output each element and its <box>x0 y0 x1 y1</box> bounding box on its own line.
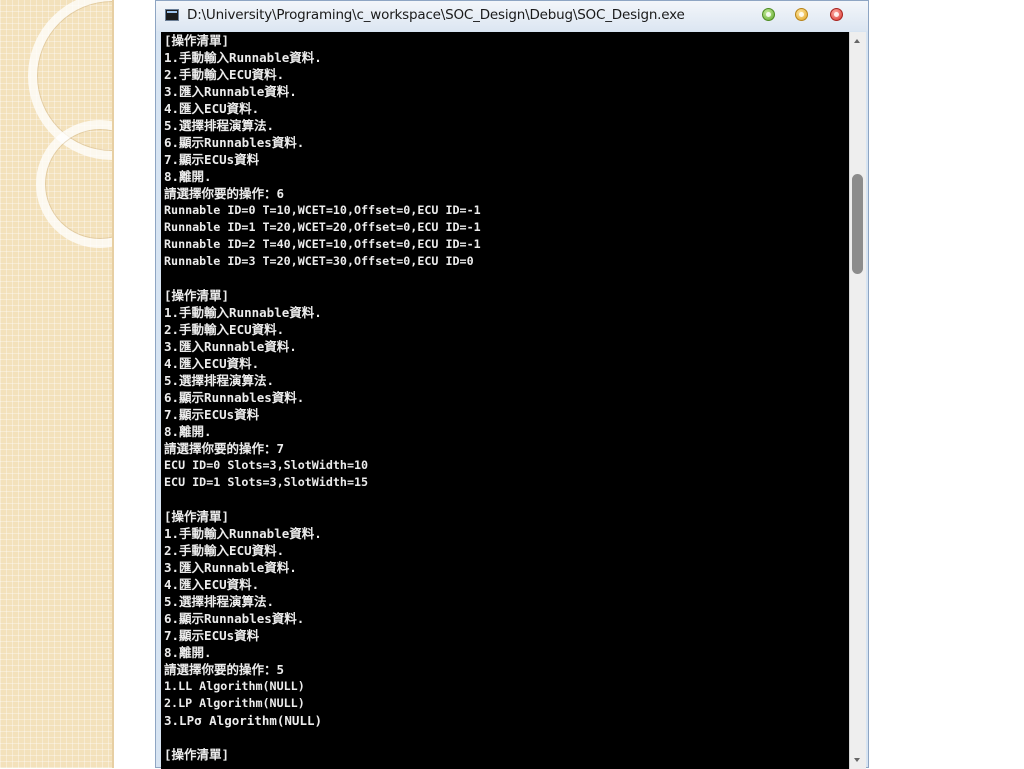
console-line: 8.離開. <box>164 645 212 660</box>
console-line: 2.手動輸入ECU資料. <box>164 543 285 558</box>
console-line: 5.選擇排程演算法. <box>164 373 275 388</box>
console-line: 2.手動輸入ECU資料. <box>164 67 285 82</box>
console-output[interactable]: [操作清單] 1.手動輸入Runnable資料. 2.手動輸入ECU資料. 3.匯入R… <box>161 32 849 769</box>
scroll-up-icon[interactable] <box>854 39 860 43</box>
console-line: [操作清單] <box>164 509 230 524</box>
console-line: 4.匯入ECU資料. <box>164 577 260 592</box>
console-line: Runnable ID=2 T=40,WCET=10,Offset=0,ECU … <box>164 237 481 251</box>
console-line: 8.離開. <box>164 424 212 439</box>
console-line: 6.顯示Runnables資料. <box>164 611 305 626</box>
console-line: 3.匯入Runnable資料. <box>164 339 297 354</box>
console-line: ECU ID=0 Slots=3,SlotWidth=10 <box>164 458 369 472</box>
scroll-down-icon[interactable] <box>854 758 860 762</box>
window-title: D:\University\Programing\c_workspace\SOC… <box>187 7 685 23</box>
console-line: 1.手動輸入Runnable資料. <box>164 526 322 541</box>
console-line: 請選擇你要的操作：5 <box>164 662 285 677</box>
minimize-icon[interactable] <box>762 8 775 21</box>
console-line: 3.LPσ Algorithm(NULL) <box>164 713 323 728</box>
console-line: 3.匯入Runnable資料. <box>164 84 297 99</box>
title-bar[interactable]: D:\University\Programing\c_workspace\SOC… <box>156 1 868 31</box>
console-app-icon[interactable] <box>165 9 179 21</box>
slide-background-strip <box>0 0 113 768</box>
console-line: 1.手動輸入Runnable資料. <box>164 50 322 65</box>
console-lines: [操作清單] 1.手動輸入Runnable資料. 2.手動輸入ECU資料. 3.匯入R… <box>164 32 481 763</box>
console-line: 5.選擇排程演算法. <box>164 118 275 133</box>
console-line: Runnable ID=3 T=20,WCET=30,Offset=0,ECU … <box>164 254 474 268</box>
console-line: 請選擇你要的操作：7 <box>164 441 285 456</box>
console-line: Runnable ID=0 T=10,WCET=10,Offset=0,ECU … <box>164 203 481 217</box>
console-line: 6.顯示Runnables資料. <box>164 390 305 405</box>
scroll-thumb[interactable] <box>852 174 863 274</box>
console-line: 5.選擇排程演算法. <box>164 594 275 609</box>
slide-divider <box>112 0 114 768</box>
console-line: 4.匯入ECU資料. <box>164 101 260 116</box>
console-line: 3.匯入Runnable資料. <box>164 560 297 575</box>
maximize-icon[interactable] <box>795 8 808 21</box>
close-icon[interactable] <box>830 8 843 21</box>
console-line: 請選擇你要的操作：6 <box>164 186 285 201</box>
console-line: [操作清單] <box>164 288 230 303</box>
console-line: 2.LP Algorithm(NULL) <box>164 696 305 710</box>
console-line: [操作清單] <box>164 747 230 762</box>
console-line: 1.手動輸入Runnable資料. <box>164 305 322 320</box>
console-line: 8.離開. <box>164 169 212 184</box>
console-line: Runnable ID=1 T=20,WCET=20,Offset=0,ECU … <box>164 220 481 234</box>
vertical-scrollbar[interactable] <box>849 32 866 769</box>
console-line: 7.顯示ECUs資料 <box>164 152 260 167</box>
console-line: 6.顯示Runnables資料. <box>164 135 305 150</box>
console-window[interactable]: D:\University\Programing\c_workspace\SOC… <box>155 0 869 769</box>
decorative-ring <box>36 120 113 248</box>
console-line: 4.匯入ECU資料. <box>164 356 260 371</box>
console-line: 7.顯示ECUs資料 <box>164 628 260 643</box>
console-line: ECU ID=1 Slots=3,SlotWidth=15 <box>164 475 369 489</box>
console-line: [操作清單] <box>164 33 230 48</box>
console-line: 2.手動輸入ECU資料. <box>164 322 285 337</box>
console-line: 7.顯示ECUs資料 <box>164 407 260 422</box>
console-line: 1.LL Algorithm(NULL) <box>164 679 305 693</box>
